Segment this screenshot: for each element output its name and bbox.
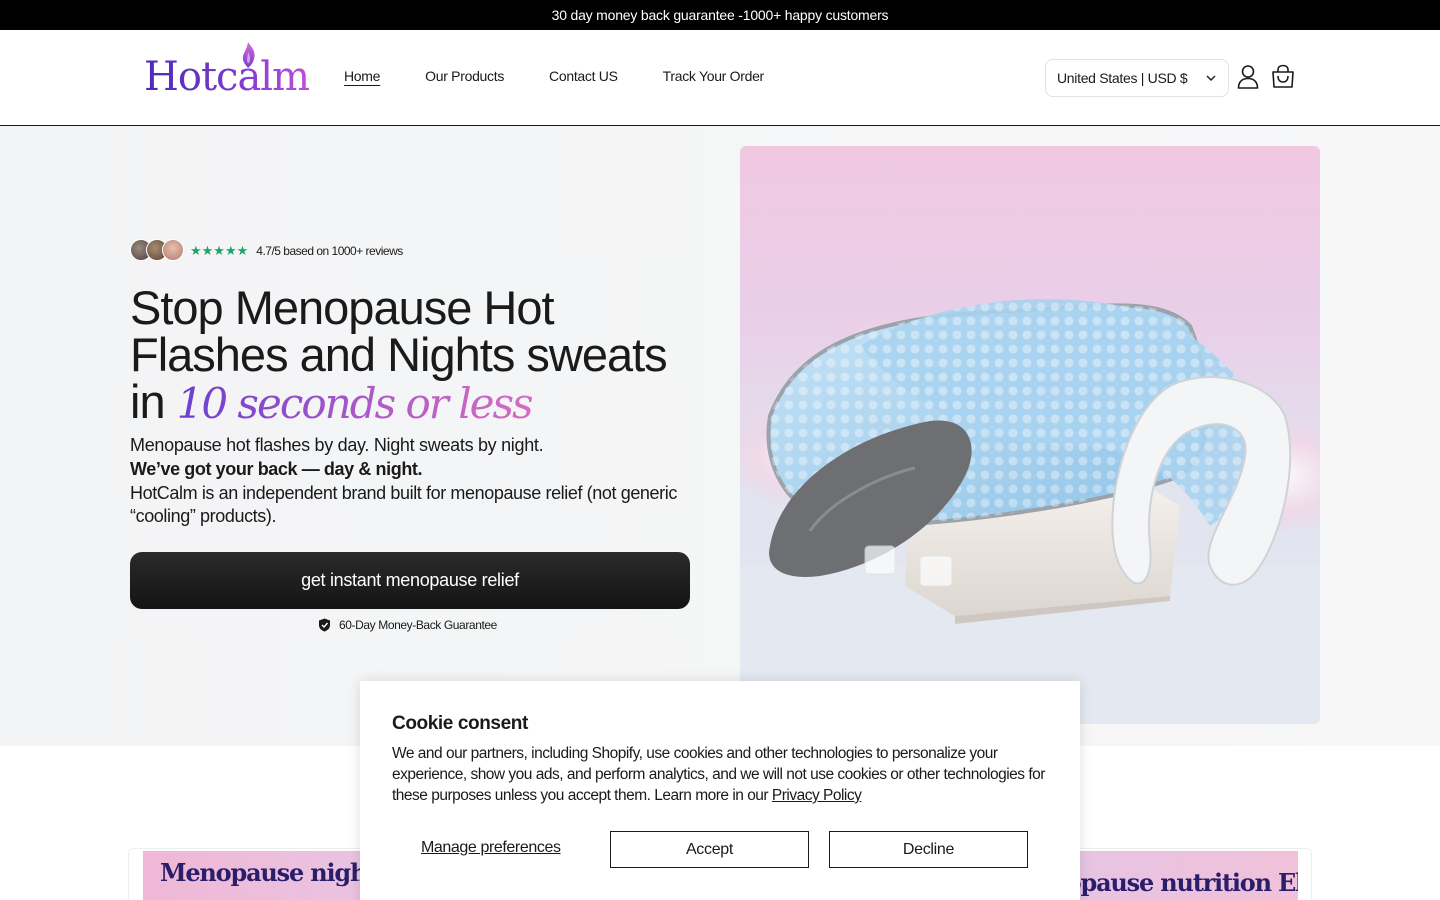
hero-subtext-1: Menopause hot flashes by day. Night swea…: [130, 435, 544, 455]
guarantee-note: 60-Day Money-Back Guarantee: [318, 618, 497, 632]
site-header: Hotcalm Home Our Products Contact US Tra…: [0, 30, 1440, 126]
cookie-body: We and our partners, including Shopify, …: [392, 743, 1052, 806]
account-button[interactable]: [1234, 63, 1262, 91]
manage-preferences-button[interactable]: Manage preferences: [421, 839, 561, 857]
hero-section: ★★★★★ 4.7/5 based on 1000+ reviews Stop …: [0, 126, 1440, 746]
logo-text: Hotcalm: [144, 54, 310, 100]
nav-our-products[interactable]: Our Products: [425, 68, 504, 84]
rating-text: 4.7/5 based on 1000+ reviews: [256, 244, 403, 258]
cookie-body-text: We and our partners, including Shopify, …: [392, 745, 1045, 804]
account-icon: [1237, 65, 1259, 89]
promo-right-text: Menopause nutrition Ebook: [1070, 868, 1298, 897]
decline-button[interactable]: Decline: [829, 831, 1028, 868]
hero-headline: Stop Menopause Hot Flashes and Nights sw…: [130, 284, 710, 427]
nav-contact-us[interactable]: Contact US: [549, 68, 618, 84]
hero-product-image: [740, 146, 1320, 724]
nav-home[interactable]: Home: [344, 68, 380, 84]
rating-stars: ★★★★★: [190, 243, 249, 258]
reviewer-avatars: [130, 239, 186, 263]
promo-card-right[interactable]: Menopause nutrition Ebook: [1070, 851, 1298, 900]
shield-check-icon: [319, 618, 330, 632]
privacy-policy-link[interactable]: Privacy Policy: [772, 787, 862, 804]
nav-track-order[interactable]: Track Your Order: [663, 68, 765, 84]
hero-subtext-3: HotCalm is an independent brand built fo…: [130, 483, 677, 526]
currency-label: United States | USD $: [1057, 70, 1188, 86]
avatar: [162, 239, 184, 261]
guarantee-text: 60-Day Money-Back Guarantee: [339, 618, 497, 632]
logo[interactable]: Hotcalm: [144, 40, 310, 100]
announcement-bar: 30 day money back guarantee -1000+ happy…: [0, 0, 1440, 30]
hero-subtext-2: We’ve got your back — day & night.: [130, 459, 423, 479]
promo-left-text: Menopause nights drenched 3AM w: [160, 858, 373, 887]
product-illustration: [740, 299, 1320, 724]
cta-button[interactable]: get instant menopause relief: [130, 552, 690, 609]
cart-button[interactable]: [1269, 63, 1297, 91]
headline-accent: 10 seconds or less: [176, 379, 534, 428]
main-nav: Home Our Products Contact US Track Your …: [344, 68, 809, 84]
cart-icon: [1272, 64, 1294, 88]
cookie-consent-dialog: Cookie consent We and our partners, incl…: [360, 681, 1080, 900]
cookie-title: Cookie consent: [392, 713, 528, 734]
accept-button[interactable]: Accept: [610, 831, 809, 868]
promo-card-left[interactable]: Menopause nights drenched 3AM w: [143, 851, 373, 900]
announcement-text: 30 day money back guarantee -1000+ happy…: [551, 7, 889, 23]
chevron-down-icon: [1206, 75, 1216, 81]
currency-selector[interactable]: United States | USD $: [1045, 59, 1229, 97]
review-summary: ★★★★★ 4.7/5 based on 1000+ reviews: [130, 239, 403, 263]
